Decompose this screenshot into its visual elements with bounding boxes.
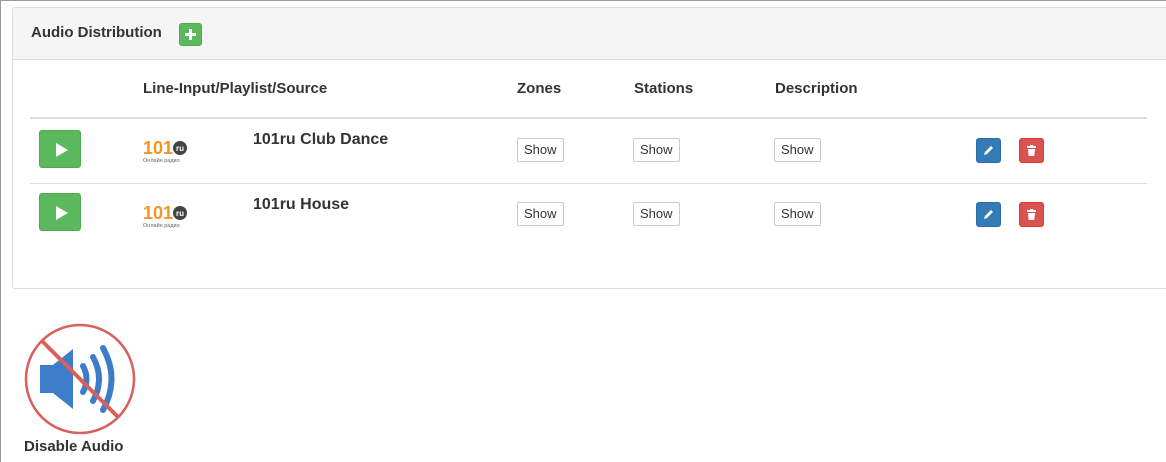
play-button[interactable] — [39, 193, 81, 231]
trash-icon — [1027, 209, 1036, 220]
play-button[interactable] — [39, 130, 81, 168]
header-stations: Stations — [634, 80, 694, 97]
logo-number: 101 — [143, 203, 173, 223]
station-logo: 101 ru Онлайн радио — [143, 138, 187, 164]
description-show-button[interactable]: Show — [774, 202, 821, 226]
edit-button[interactable] — [976, 202, 1001, 227]
stations-show-button[interactable]: Show — [633, 138, 680, 162]
panel-title: Audio Distribution — [31, 24, 162, 41]
table-row: 101 ru Онлайн радио 101ru Club Dance Sho… — [0, 119, 1166, 183]
panel-heading: Audio Distribution — [13, 8, 1166, 60]
zones-show-button[interactable]: Show — [517, 202, 564, 226]
header-description: Description — [775, 80, 858, 97]
logo-caption: Онлайн радио — [143, 222, 180, 229]
station-name: 101ru House — [253, 196, 350, 213]
zones-show-button[interactable]: Show — [517, 138, 564, 162]
delete-button[interactable] — [1019, 202, 1044, 227]
logo-badge: ru — [176, 144, 184, 153]
table-row: 101 ru Онлайн радио 101ru House Show Sho… — [0, 184, 1166, 248]
stations-show-button[interactable]: Show — [633, 202, 680, 226]
trash-icon — [1027, 145, 1036, 156]
logo-badge: ru — [176, 209, 184, 218]
station-name: 101ru Club Dance — [253, 131, 389, 148]
disable-audio-label: Disable Audio — [24, 438, 124, 455]
speaker-muted-icon — [24, 323, 136, 435]
header-zones: Zones — [517, 80, 562, 97]
add-source-button[interactable] — [179, 23, 202, 46]
logo-caption: Онлайн радио — [143, 157, 180, 164]
disable-audio-button[interactable] — [23, 322, 137, 436]
pencil-icon — [984, 146, 993, 155]
station-logo: 101 ru Онлайн радио — [143, 203, 187, 229]
edit-button[interactable] — [976, 138, 1001, 163]
delete-button[interactable] — [1019, 138, 1044, 163]
description-show-button[interactable]: Show — [774, 138, 821, 162]
logo-number: 101 — [143, 138, 173, 158]
header-source: Line-Input/Playlist/Source — [143, 80, 328, 97]
pencil-icon — [984, 210, 993, 219]
